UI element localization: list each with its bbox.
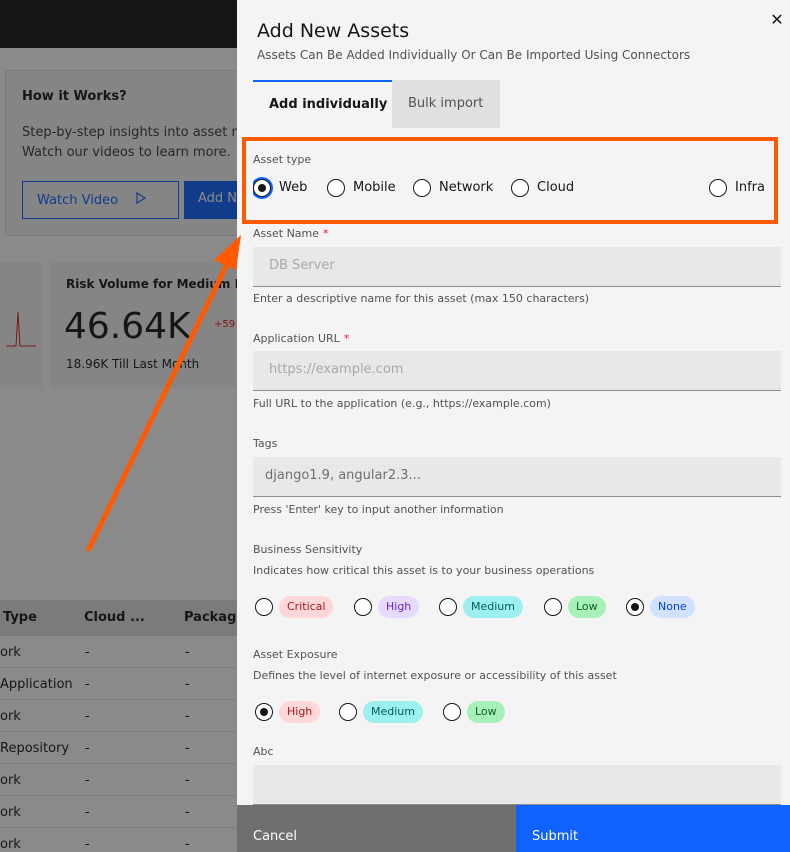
- radio-circle: [354, 598, 372, 616]
- tab-add-individually[interactable]: Add individually: [253, 80, 392, 128]
- radio-label: Cloud: [537, 180, 575, 195]
- asset-name-input[interactable]: DB Server: [253, 247, 781, 287]
- radio-label: Network: [439, 180, 494, 195]
- radio-circle: [413, 179, 431, 197]
- exposure-tag: Medium: [363, 701, 423, 723]
- asset-name-helper: Enter a descriptive name for this asset …: [253, 292, 590, 305]
- asset-type-radio-group: Web Mobile Network Cloud Infra: [253, 176, 781, 200]
- exposure-tag: High: [279, 701, 321, 723]
- exposure-tag: Low: [467, 701, 505, 723]
- sensitivity-tag: Medium: [463, 596, 523, 618]
- application-url-input[interactable]: https://example.com: [253, 351, 781, 391]
- sensitivity-tag: None: [650, 596, 695, 618]
- asset-exposure-radio-group: High Medium Low: [253, 700, 781, 724]
- close-icon[interactable]: ✕: [767, 10, 787, 30]
- radio-circle: [544, 598, 562, 616]
- asset-type-label: Asset type: [253, 153, 312, 166]
- business-sensitivity-radio-group: Critical High Medium Low None: [253, 595, 781, 619]
- business-sensitivity-description: Indicates how critical this asset is to …: [253, 564, 595, 577]
- modal-title: Add New Assets: [257, 20, 410, 42]
- radio-circle: [443, 703, 461, 721]
- radio-circle: [255, 703, 273, 721]
- tags-input[interactable]: django1.9, angular2.3...: [253, 457, 781, 497]
- radio-circle: [327, 179, 345, 197]
- application-url-label: Application URL *: [253, 332, 349, 345]
- submit-button[interactable]: Submit: [516, 805, 790, 852]
- required-mark: *: [343, 332, 350, 345]
- modal-backdrop[interactable]: [0, 0, 237, 852]
- radio-circle: [709, 179, 727, 197]
- radio-circle: [253, 179, 271, 197]
- add-assets-modal: Add New Assets Assets Can Be Added Indiv…: [237, 0, 790, 852]
- radio-circle: [339, 703, 357, 721]
- sensitivity-tag: High: [378, 596, 420, 618]
- abc-label: Abc: [253, 745, 274, 758]
- tags-helper: Press 'Enter' key to input another infor…: [253, 503, 504, 516]
- sensitivity-tag: Critical: [279, 596, 334, 618]
- application-url-label-text: Application URL: [253, 332, 340, 345]
- tab-bulk-import[interactable]: Bulk import: [392, 80, 500, 128]
- radio-circle: [439, 598, 457, 616]
- asset-exposure-description: Defines the level of internet exposure o…: [253, 669, 617, 682]
- asset-name-label: Asset Name *: [253, 227, 329, 240]
- business-sensitivity-label: Business Sensitivity: [253, 543, 363, 556]
- asset-name-label-text: Asset Name: [253, 227, 320, 240]
- required-mark: *: [323, 227, 329, 240]
- application-url-helper: Full URL to the application (e.g., https…: [253, 397, 551, 410]
- modal-footer: Cancel Submit: [237, 805, 790, 852]
- radio-label: Web: [279, 180, 308, 195]
- asset-form: Asset type Web Mobile Network Cloud Infr…: [253, 128, 781, 805]
- radio-circle: [255, 598, 273, 616]
- tags-label: Tags: [253, 437, 278, 450]
- sensitivity-tag: Low: [568, 596, 606, 618]
- abc-input[interactable]: [253, 765, 781, 805]
- radio-circle: [626, 598, 644, 616]
- radio-circle: [511, 179, 529, 197]
- radio-label: Infra: [735, 180, 765, 195]
- cancel-button[interactable]: Cancel: [237, 805, 516, 852]
- radio-label: Mobile: [353, 180, 396, 195]
- modal-subtitle: Assets Can Be Added Individually Or Can …: [257, 48, 691, 62]
- asset-exposure-label: Asset Exposure: [253, 648, 338, 661]
